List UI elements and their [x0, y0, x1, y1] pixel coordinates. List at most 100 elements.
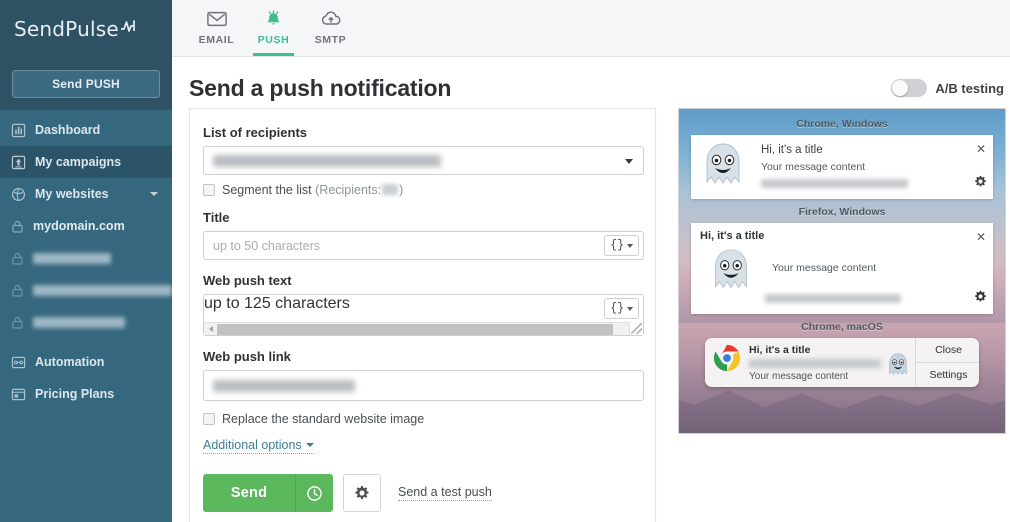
scrollbar-thumb[interactable]: [217, 323, 614, 335]
tab-label: SMTP: [314, 33, 347, 46]
sidebar-item-label: Automation: [35, 355, 105, 369]
send-push-button-wrap: Send PUSH: [0, 57, 172, 110]
push-settings-button[interactable]: [343, 474, 381, 512]
send-test-push-link[interactable]: Send a test push: [398, 485, 492, 501]
pulse-icon: [120, 19, 142, 38]
page-title: Send a push notification: [189, 75, 452, 101]
schedule-send-button[interactable]: [295, 474, 333, 512]
push-form-card: List of recipients Segment the list (Rec…: [189, 108, 656, 522]
replace-image-row: Replace the standard website image: [203, 412, 642, 426]
gear-icon[interactable]: [974, 175, 987, 193]
sidebar-site-label-redacted: [33, 252, 111, 264]
tab-email[interactable]: EMAIL: [188, 0, 245, 56]
additional-options-toggle[interactable]: Additional options: [203, 438, 314, 454]
ghost-image: [881, 344, 915, 387]
chevron-down-icon: [627, 243, 633, 248]
title-input[interactable]: up to 50 characters {}: [203, 231, 644, 260]
sidebar-site-label: mydomain.com: [33, 219, 125, 233]
web-push-link-input[interactable]: [203, 370, 644, 401]
tab-smtp[interactable]: SMTP: [302, 0, 359, 56]
scrollbar-track[interactable]: [217, 323, 630, 336]
notification-title: Hi, it's a title: [700, 230, 765, 242]
recipients-select[interactable]: [203, 146, 644, 175]
segment-recipients-open: (Recipients:: [315, 183, 382, 197]
notification-url-redacted: [765, 294, 901, 303]
sidebar-item-label: Pricing Plans: [35, 387, 115, 401]
sidebar-item-label: My websites: [35, 187, 109, 201]
sidebar-site-redacted-2[interactable]: [0, 274, 172, 306]
close-icon[interactable]: ✕: [976, 143, 986, 155]
campaigns-icon: [10, 154, 26, 170]
web-push-text-label: Web push text: [203, 273, 292, 288]
web-push-text-area[interactable]: up to 125 characters {}: [203, 294, 644, 336]
notification-chrome-windows: Hi, it's a title Your message content ✕: [691, 135, 993, 199]
tab-push[interactable]: PUSH: [245, 0, 302, 56]
replace-image-label: Replace the standard website image: [222, 412, 425, 426]
chevron-down-icon: [625, 158, 633, 164]
sidebar-item-my-websites[interactable]: My websites: [0, 178, 172, 210]
notification-row: Your message content: [700, 243, 984, 301]
send-button[interactable]: Send: [203, 474, 295, 512]
segment-recipients-close: ): [399, 183, 404, 197]
chevron-down-icon: [305, 443, 314, 447]
chevron-down-icon[interactable]: [150, 192, 158, 196]
sidebar-site-mydomain[interactable]: mydomain.com: [0, 210, 172, 242]
notification-message: Your message content: [772, 262, 877, 274]
segment-label-text: Segment the list: [222, 183, 312, 197]
logo-text: SendPulse: [14, 16, 119, 41]
pricing-icon: [10, 386, 26, 402]
lock-icon: [10, 284, 24, 297]
lock-icon: [10, 220, 24, 233]
preview-os-label-chrome-macos: Chrome, macOS: [801, 321, 883, 333]
merge-tag-glyph: {}: [610, 302, 624, 315]
sidebar-item-automation[interactable]: Automation: [0, 346, 172, 378]
notification-actions: Close Settings: [915, 338, 979, 387]
segment-recipients-count-redacted: [382, 184, 399, 195]
gear-icon[interactable]: [974, 290, 987, 308]
notification-message: Your message content: [761, 161, 866, 173]
sidebar-nav: Dashboard My campaigns My websites mydom…: [0, 110, 172, 410]
scroll-left-arrow-icon[interactable]: [204, 323, 217, 336]
preview-os-label-chrome-windows: Chrome, Windows: [796, 118, 888, 130]
bell-icon: [264, 10, 283, 32]
envelope-icon: [206, 11, 227, 32]
automation-icon: [10, 354, 26, 370]
ab-testing-toggle[interactable]: [891, 79, 928, 97]
ghost-image: [691, 135, 755, 199]
notification-close-button[interactable]: Close: [916, 338, 979, 362]
title-merge-tag-button[interactable]: {}: [604, 235, 639, 256]
sidebar-site-redacted-3[interactable]: [0, 306, 172, 338]
sidebar-site-label-redacted: [33, 284, 172, 296]
send-button-group: Send: [203, 474, 333, 512]
form-actions: Send Send a test push: [203, 474, 642, 512]
notification-settings-button[interactable]: Settings: [916, 362, 979, 387]
notification-body: Hi, it's a title Your message content ✕: [755, 135, 993, 199]
globe-icon: [10, 186, 26, 202]
close-icon[interactable]: ✕: [976, 231, 986, 243]
sidebar-item-pricing-plans[interactable]: Pricing Plans: [0, 378, 172, 410]
product-tabs: EMAIL PUSH SMTP: [172, 0, 1010, 56]
sidebar-site-redacted-1[interactable]: [0, 242, 172, 274]
replace-image-checkbox[interactable]: [203, 413, 215, 425]
tab-label: PUSH: [257, 34, 290, 46]
segment-list-checkbox[interactable]: [203, 184, 215, 196]
chrome-logo-icon: [713, 344, 741, 387]
ghost-image: [700, 243, 762, 301]
sidebar-item-my-campaigns[interactable]: My campaigns: [0, 146, 172, 178]
gear-icon: [355, 486, 369, 500]
notification-preview-panel: Chrome, Windows Hi, it's a title Your me…: [678, 108, 1006, 434]
tab-label: EMAIL: [198, 33, 235, 46]
logo[interactable]: SendPulse: [0, 0, 172, 57]
segment-list-row: Segment the list (Recipients:): [203, 183, 642, 197]
text-merge-tag-button[interactable]: {}: [604, 298, 639, 319]
horizontal-scrollbar[interactable]: [204, 322, 643, 335]
sidebar-item-label: Dashboard: [35, 123, 101, 137]
send-push-button[interactable]: Send PUSH: [12, 70, 160, 98]
sidebar-item-label: My campaigns: [35, 155, 122, 169]
top-navigation: EMAIL PUSH SMTP: [172, 0, 1010, 57]
resize-handle-icon[interactable]: [629, 322, 643, 335]
notification-body: Hi, it's a title Your message content: [705, 338, 915, 387]
sidebar-item-dashboard[interactable]: Dashboard: [0, 114, 172, 146]
lock-icon: [10, 252, 24, 265]
